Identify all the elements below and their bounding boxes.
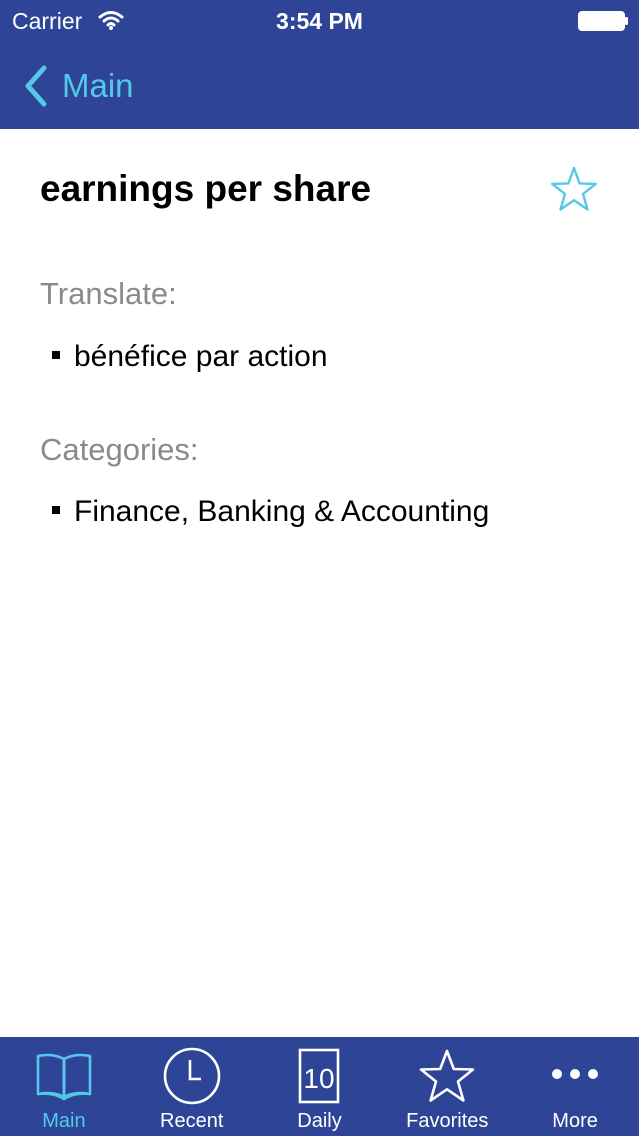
bullet-icon <box>52 506 60 514</box>
translation-text: bénéfice par action <box>74 340 328 373</box>
chevron-left-icon <box>25 65 47 107</box>
term-title: earnings per share <box>40 168 372 209</box>
category-text: Finance, Banking & Accounting <box>74 495 490 528</box>
star-icon <box>419 1049 475 1102</box>
tab-more[interactable]: More <box>511 1037 639 1136</box>
app-screen: Carrier 3:54 PM Main earnings per share … <box>0 0 639 1136</box>
calendar-icon-number: 10 <box>304 1063 335 1094</box>
tab-daily-label: Daily <box>297 1110 342 1132</box>
status-bar: Carrier 3:54 PM <box>0 0 639 40</box>
tab-recent[interactable]: Recent <box>128 1037 256 1136</box>
categories-section-label: Categories: <box>40 432 199 467</box>
top-bar: Carrier 3:54 PM Main <box>0 0 639 129</box>
tab-favorites[interactable]: Favorites <box>383 1037 511 1136</box>
navigation-bar: Main <box>0 40 639 129</box>
favorite-star-icon[interactable] <box>549 165 599 213</box>
tab-favorites-label: Favorites <box>406 1110 489 1132</box>
calendar-icon: 10 <box>299 1048 340 1104</box>
book-icon <box>36 1053 92 1101</box>
status-time: 3:54 PM <box>276 8 363 34</box>
back-button[interactable]: Main <box>22 64 134 108</box>
tab-bar: Main Recent 10 Daily Favorites More <box>0 1037 639 1136</box>
tab-daily[interactable]: 10 Daily <box>256 1037 384 1136</box>
back-button-label: Main <box>62 67 134 104</box>
translate-section-label: Translate: <box>40 276 177 311</box>
tab-more-label: More <box>552 1110 598 1132</box>
tab-recent-label: Recent <box>160 1110 224 1132</box>
translation-item: bénéfice par action <box>52 337 328 377</box>
category-item[interactable]: Finance, Banking & Accounting <box>52 492 489 532</box>
bullet-icon <box>52 351 60 359</box>
tab-main[interactable]: Main <box>0 1037 128 1136</box>
more-icon <box>552 1069 599 1079</box>
battery-icon <box>578 11 628 31</box>
term-detail: earnings per share Translate: bénéfice p… <box>0 129 639 1037</box>
tab-main-label: Main <box>42 1110 86 1132</box>
clock-icon <box>163 1047 220 1105</box>
